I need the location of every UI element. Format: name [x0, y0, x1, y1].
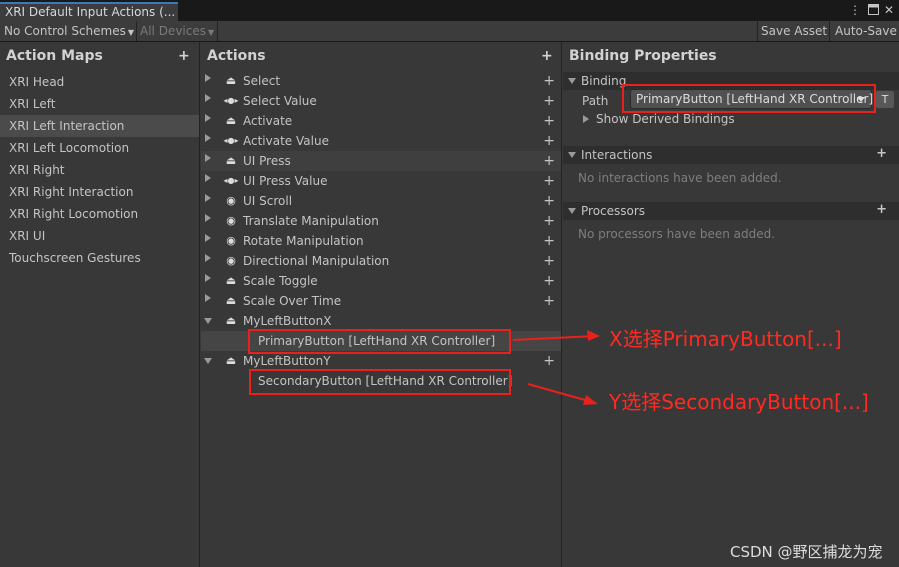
arrow-line [527, 383, 593, 403]
annotation-y-note: Y选择SecondaryButton[...] [609, 390, 869, 414]
arrow-head-icon [583, 395, 598, 405]
arrow-line [512, 335, 596, 341]
watermark: CSDN @野区捕龙为宠 [730, 543, 883, 561]
annotation-x-note: X选择PrimaryButton[...] [609, 327, 842, 351]
arrow-head-icon [587, 330, 600, 341]
annotation-arrows [512, 330, 600, 405]
